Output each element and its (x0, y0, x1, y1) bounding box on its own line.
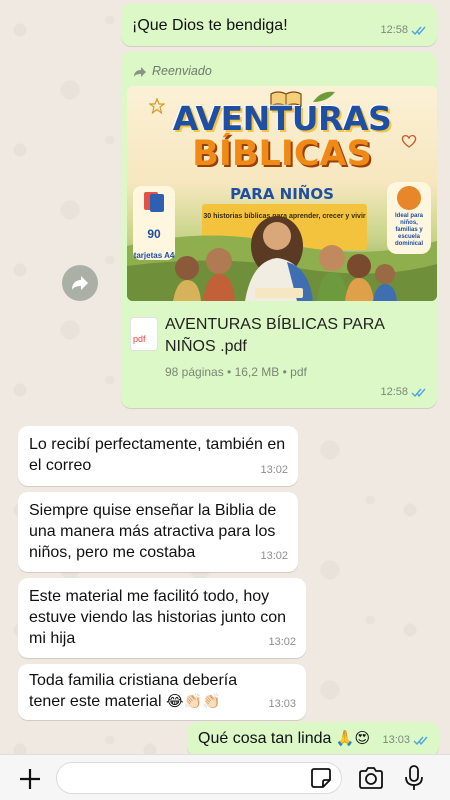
message-time: 13:02 (260, 464, 288, 476)
message-input[interactable] (56, 762, 342, 794)
read-ticks-icon (411, 26, 426, 36)
forwarded-label: Reenviado (133, 61, 212, 82)
message-meta: 12:58 (380, 20, 427, 41)
document-info: 98 páginas • 16,2 MB • pdf (165, 365, 307, 379)
message-outgoing[interactable]: ¡Que Dios te bendiga! 12:58 (121, 4, 437, 46)
forwarded-text: Reenviado (152, 64, 212, 78)
message-emoji: 🙏😍 (335, 729, 371, 747)
read-ticks-icon (411, 388, 426, 398)
cover-title-line2: BÍBLICAS (192, 134, 372, 174)
badge-audience-text: Ideal para niños, familias y escuela dom… (394, 213, 423, 247)
message-text-body: Qué cosa tan linda (198, 730, 332, 747)
message-time: 13:02 (260, 550, 288, 562)
message-time: 13:02 (268, 636, 296, 648)
forward-button[interactable] (62, 265, 98, 301)
plus-icon[interactable] (18, 767, 42, 791)
badge-cards-text: tarjetas A4 (133, 251, 175, 260)
message-meta: 13:03 (268, 694, 296, 715)
message-emoji: 😂👏🏻👏🏻 (165, 692, 221, 710)
message-time: 13:03 (382, 734, 410, 746)
message-incoming[interactable]: Siempre quise enseñar la Biblia de una m… (18, 492, 298, 572)
read-ticks-icon (413, 736, 428, 746)
forwarded-document-message[interactable]: Reenviado AVENTURAS BÍBLICAS PARA NIÑOS … (121, 52, 437, 408)
document-row[interactable]: pdf AVENTURAS BÍBLICAS PARA NIÑOS .pdf 9… (131, 314, 427, 383)
cover-badge-audience: Ideal para niños, familias y escuela dom… (387, 182, 431, 254)
message-meta: 13:02 (260, 460, 288, 481)
message-incoming[interactable]: Lo recibí perfectamente, también en el c… (18, 426, 298, 486)
message-text: Lo recibí perfectamente, también en el c… (29, 436, 286, 474)
message-text: Siempre quise enseñar la Biblia de una m… (29, 502, 277, 561)
message-text: Toda familia cristiana debería tener est… (18, 664, 306, 712)
pdf-file-icon: pdf (131, 318, 157, 350)
people-icon (397, 186, 421, 210)
message-meta: 13:03 (382, 730, 429, 751)
message-outgoing[interactable]: Qué cosa tan linda 🙏😍 13:03 (187, 722, 439, 756)
document-cover-image[interactable]: AVENTURAS BÍBLICAS PARA NIÑOS 30 histori… (127, 86, 437, 301)
composer-bar (0, 754, 450, 800)
document-name: AVENTURAS BÍBLICAS PARA NIÑOS .pdf (165, 316, 385, 355)
message-meta: 13:02 (260, 546, 288, 567)
forward-arrow-icon (134, 66, 146, 77)
message-meta: 12:58 (380, 382, 427, 403)
message-time: 12:58 (380, 386, 408, 398)
microphone-icon[interactable] (405, 765, 423, 791)
cover-badge-cards: 90 tarjetas A4 (133, 186, 175, 260)
sticker-icon[interactable] (311, 767, 331, 789)
cover-title-line1: AVENTURAS (172, 99, 392, 138)
message-meta: 13:02 (268, 632, 296, 653)
message-time: 12:58 (380, 24, 408, 36)
message-time: 13:03 (268, 698, 296, 710)
message-incoming[interactable]: Toda familia cristiana debería tener est… (18, 664, 306, 720)
message-text: Este material me facilitó todo, hoy estu… (29, 588, 287, 647)
camera-icon[interactable] (358, 767, 384, 789)
share-arrow-icon (72, 276, 88, 290)
badge-cards-number: 90 (147, 227, 161, 241)
message-incoming[interactable]: Este material me facilitó todo, hoy estu… (18, 578, 306, 658)
cards-icon (144, 192, 164, 212)
